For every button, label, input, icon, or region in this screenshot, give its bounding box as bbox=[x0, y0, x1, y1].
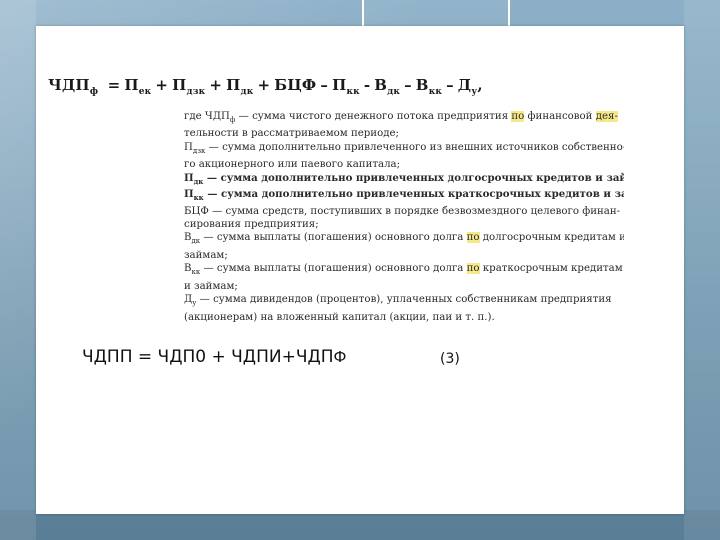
legend-text: го акционерного или паевого капитала; bbox=[184, 159, 401, 171]
legend-line: БЦФ — сумма средств, поступивших в поряд… bbox=[184, 205, 624, 218]
legend-line: Пдк — сумма дополнительно привлеченных д… bbox=[184, 172, 624, 188]
legend-line: Вдк — сумма выплаты (погашения) основног… bbox=[184, 231, 624, 248]
formula-tail: , bbox=[477, 76, 483, 94]
legend-text: займам; bbox=[184, 249, 228, 261]
formula-sign: – bbox=[446, 76, 454, 94]
legend-sub: дзк bbox=[192, 146, 206, 155]
legend-pre: где ЧДП bbox=[184, 111, 230, 122]
legend-pre: В bbox=[184, 263, 192, 275]
legend-hl1: по bbox=[466, 263, 480, 275]
legend-text: (акционерам) на вложенный капитал (акции… bbox=[184, 311, 495, 323]
scanned-text-image: ЧДПф = Пек + Пдзк + Пдк + БЦФ – Пкк - Вдк – Вкк – Ду, г… bbox=[48, 40, 638, 323]
background-stripe-left bbox=[0, 0, 36, 540]
background-stripe-right bbox=[684, 0, 720, 540]
legend-text: — сумма выплаты (погашения) основного до… bbox=[200, 232, 467, 244]
formula-sign: – bbox=[404, 76, 412, 94]
legend-line: го акционерного или паевого капитала; bbox=[184, 158, 624, 171]
formula-lhs: ЧДП bbox=[48, 76, 90, 94]
legend-line: Вкк — сумма выплаты (погашения) основног… bbox=[184, 262, 624, 279]
formula-sign: + bbox=[155, 76, 169, 94]
formula-term-sub: ек bbox=[138, 87, 152, 97]
legend-text: — сумма средств, поступивших в порядке б… bbox=[208, 205, 621, 217]
formula-sign: + bbox=[209, 76, 223, 94]
formula-term-sub: кк bbox=[346, 87, 360, 97]
formula-lhs-sub: ф bbox=[89, 87, 99, 97]
legend-mid: долгосрочным кредитам и bbox=[479, 232, 624, 244]
summary-formula-text: ЧДПП = ЧДП0 + ЧДПИ+ЧДП bbox=[82, 347, 334, 367]
legend-sub: кк bbox=[191, 268, 201, 277]
legend-text: — сумма выплаты (погашения) основного до… bbox=[200, 263, 467, 275]
legend-line: Ду — сумма дивидендов (процентов), уплач… bbox=[184, 293, 624, 310]
formula-term: П bbox=[124, 76, 139, 94]
legend-line: Пкк — сумма дополнительно привлеченных к… bbox=[184, 188, 624, 204]
formula-term-sub: дк bbox=[387, 87, 401, 97]
legend-text: тельности в рассматриваемом периоде; bbox=[184, 128, 399, 140]
legend-pre: П bbox=[184, 141, 193, 153]
legend-line: сирования предприятия; bbox=[184, 218, 624, 231]
formula-legend: где ЧДПф — сумма чистого денежного поток… bbox=[184, 110, 624, 324]
legend-mid: финансовой bbox=[524, 111, 596, 122]
legend-line: где ЧДПф — сумма чистого денежного поток… bbox=[184, 110, 624, 127]
legend-mid: краткосрочным кредитам bbox=[479, 263, 623, 275]
formula-term: П bbox=[172, 76, 187, 94]
legend-pre: БЦФ bbox=[184, 205, 209, 217]
legend-text: — сумма дивидендов (процентов), уплаченн… bbox=[196, 294, 612, 306]
legend-pre: П bbox=[184, 188, 194, 201]
legend-line: тельности в рассматриваемом периоде; bbox=[184, 127, 624, 140]
legend-pre: П bbox=[184, 171, 194, 184]
formula-term-sub: дк bbox=[240, 87, 254, 97]
formula-term: П bbox=[226, 76, 241, 94]
formula-terms: = Пек + Пдзк + Пдк + БЦФ – Пкк - Вдк – Вкк – Ду bbox=[104, 76, 478, 97]
legend-text: — сумма дополнительно привлеченных долго… bbox=[203, 171, 624, 184]
legend-line: займам; bbox=[184, 249, 624, 262]
legend-hl1: по bbox=[511, 111, 525, 122]
legend-hl2: дея- bbox=[595, 111, 618, 122]
formula-sign: + bbox=[257, 76, 271, 94]
background-stripe-bottom bbox=[0, 510, 720, 540]
legend-sub: дк bbox=[191, 237, 201, 246]
formula-term: В bbox=[415, 76, 429, 94]
legend-text: и займам; bbox=[184, 280, 238, 292]
legend-text: — сумма чистого денежного потока предпри… bbox=[235, 111, 512, 122]
formula-sign: – bbox=[320, 76, 329, 94]
legend-hl1: по bbox=[466, 232, 480, 244]
cash-flow-formula: ЧДПф = Пек + Пдзк + Пдк + БЦФ – Пкк - Вдк – Вкк – Ду, bbox=[48, 76, 483, 97]
legend-text: — сумма дополнительно привлеченного из в… bbox=[205, 141, 624, 153]
formula-term: Д bbox=[457, 76, 472, 94]
formula-sign: - bbox=[363, 76, 371, 94]
legend-line: и займам; bbox=[184, 280, 624, 293]
legend-line: Пдзк — сумма дополнительно привлеченного… bbox=[184, 141, 624, 158]
formula-term: В bbox=[374, 76, 388, 94]
equation-number: (3) bbox=[440, 351, 460, 367]
legend-sub: кк bbox=[193, 193, 204, 203]
formula-term: БЦФ bbox=[274, 76, 317, 94]
legend-text: сирования предприятия; bbox=[184, 218, 319, 230]
legend-pre: В bbox=[184, 232, 192, 244]
summary-formula: ЧДПП = ЧДП0 + ЧДПИ+ЧДПФ bbox=[82, 347, 346, 367]
formula-term: П bbox=[332, 76, 347, 94]
summary-formula-sub: Ф bbox=[333, 348, 347, 366]
legend-line: (акционерам) на вложенный капитал (акции… bbox=[184, 311, 624, 324]
formula-term-sub: дзк bbox=[186, 87, 206, 97]
formula-sign: = bbox=[107, 76, 121, 94]
formula-term-sub: кк bbox=[428, 87, 443, 97]
legend-sub: дк bbox=[193, 176, 204, 186]
legend-text: — сумма дополнительно привлеченных кратк… bbox=[203, 188, 624, 201]
